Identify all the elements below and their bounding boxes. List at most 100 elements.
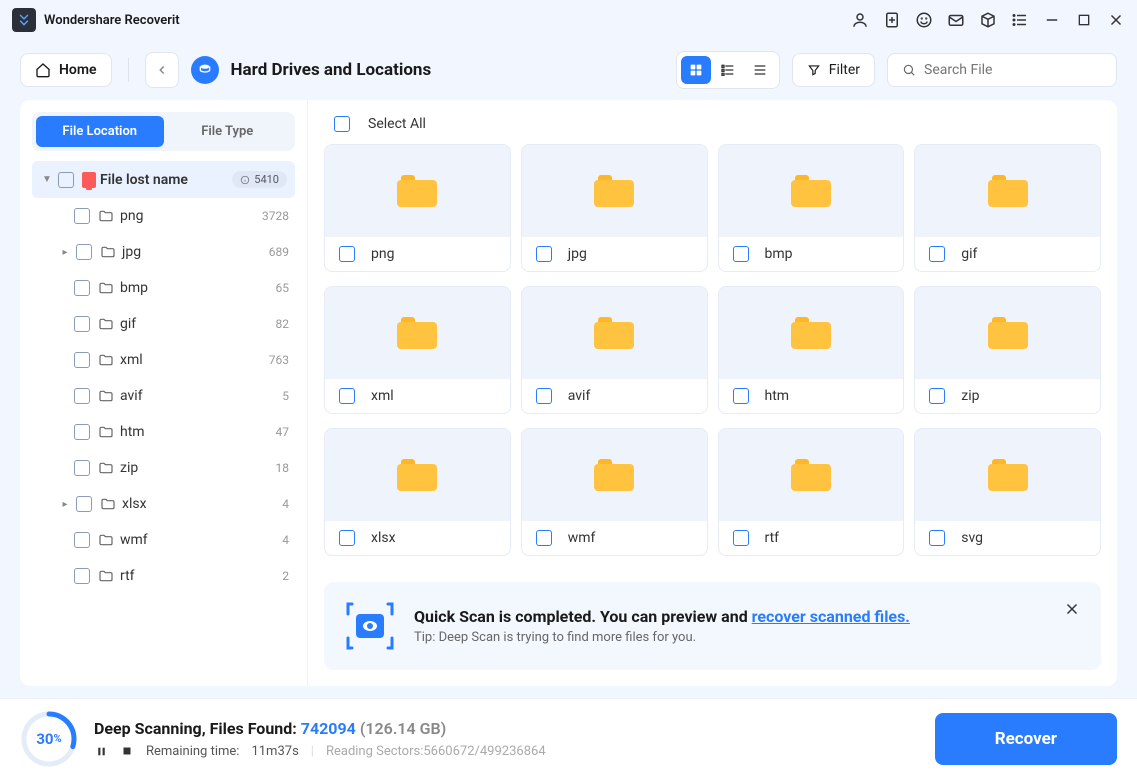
folder-card[interactable]: xml xyxy=(324,286,511,414)
tree-item[interactable]: gif82 xyxy=(32,306,295,342)
file-tree[interactable]: ▼ File lost name 5410 png3728▸jpg689bmp6… xyxy=(32,161,295,674)
folder-card-label: xml xyxy=(371,388,394,404)
checkbox[interactable] xyxy=(74,316,90,332)
tree-root-row[interactable]: ▼ File lost name 5410 xyxy=(32,161,295,198)
back-button[interactable] xyxy=(145,52,179,88)
tree-item-label: xlsx xyxy=(122,496,282,512)
checkbox[interactable] xyxy=(74,532,90,548)
tree-item[interactable]: htm47 xyxy=(32,414,295,450)
folder-icon xyxy=(988,175,1028,207)
tree-item[interactable]: ▸jpg689 xyxy=(32,234,295,270)
select-all-row[interactable]: Select All xyxy=(324,116,1101,132)
checkbox[interactable] xyxy=(58,172,74,188)
folder-card[interactable]: rtf xyxy=(718,428,905,556)
tree-item-count: 2 xyxy=(282,569,289,583)
checkbox[interactable] xyxy=(929,388,945,404)
lost-file-icon xyxy=(82,172,96,188)
checkbox[interactable] xyxy=(536,530,552,546)
folder-icon xyxy=(791,317,831,349)
folder-card[interactable]: avif xyxy=(521,286,708,414)
checkbox[interactable] xyxy=(74,460,90,476)
checkbox[interactable] xyxy=(733,246,749,262)
checkbox[interactable] xyxy=(74,568,90,584)
checkbox[interactable] xyxy=(536,246,552,262)
maximize-icon[interactable] xyxy=(1075,11,1093,29)
folder-card[interactable]: svg xyxy=(914,428,1101,556)
checkbox[interactable] xyxy=(536,388,552,404)
tree-item[interactable]: png3728 xyxy=(32,198,295,234)
tree-item-label: xml xyxy=(120,352,269,368)
caret-right-icon[interactable]: ▸ xyxy=(58,247,72,258)
folder-card[interactable]: png xyxy=(324,144,511,272)
folder-card[interactable]: wmf xyxy=(521,428,708,556)
folder-card[interactable]: zip xyxy=(914,286,1101,414)
checkbox[interactable] xyxy=(339,246,355,262)
folder-card[interactable]: bmp xyxy=(718,144,905,272)
tree-item[interactable]: xml763 xyxy=(32,342,295,378)
folder-icon xyxy=(594,317,634,349)
menu-list-icon[interactable] xyxy=(1011,11,1029,29)
package-icon[interactable] xyxy=(979,11,997,29)
stop-button[interactable] xyxy=(120,744,134,758)
minimize-icon[interactable] xyxy=(1043,11,1061,29)
checkbox[interactable] xyxy=(733,530,749,546)
banner-close-button[interactable] xyxy=(1063,600,1081,623)
tree-item[interactable]: ▸xlsx4 xyxy=(32,486,295,522)
folder-icon xyxy=(791,175,831,207)
folder-outline-icon xyxy=(98,208,114,224)
folder-card[interactable]: jpg xyxy=(521,144,708,272)
filter-button[interactable]: Filter xyxy=(792,53,875,87)
checkbox[interactable] xyxy=(74,280,90,296)
progress-ring: 30% xyxy=(20,710,78,768)
folder-card-label: wmf xyxy=(568,530,596,546)
caret-right-icon[interactable]: ▸ xyxy=(58,499,72,510)
tree-item[interactable]: wmf4 xyxy=(32,522,295,558)
checkbox[interactable] xyxy=(74,424,90,440)
folder-card[interactable]: htm xyxy=(718,286,905,414)
close-icon[interactable] xyxy=(1107,11,1125,29)
tree-item-label: bmp xyxy=(120,280,276,296)
tree-item[interactable]: zip18 xyxy=(32,450,295,486)
tab-file-type[interactable]: File Type xyxy=(164,116,292,147)
tree-item-count: 763 xyxy=(269,353,289,367)
checkbox[interactable] xyxy=(74,388,90,404)
view-list-button[interactable] xyxy=(713,56,743,84)
home-button[interactable]: Home xyxy=(20,53,112,87)
search-box[interactable] xyxy=(887,53,1117,87)
folder-outline-icon xyxy=(98,424,114,440)
checkbox[interactable] xyxy=(339,530,355,546)
tree-item-label: avif xyxy=(120,388,282,404)
pause-button[interactable] xyxy=(94,744,108,758)
checkbox[interactable] xyxy=(76,496,92,512)
support-icon[interactable] xyxy=(915,11,933,29)
mail-icon[interactable] xyxy=(947,11,965,29)
checkbox[interactable] xyxy=(339,388,355,404)
folder-outline-icon xyxy=(98,352,114,368)
checkbox[interactable] xyxy=(74,352,90,368)
checkbox[interactable] xyxy=(929,530,945,546)
account-icon[interactable] xyxy=(851,11,869,29)
tree-item[interactable]: avif5 xyxy=(32,378,295,414)
checkbox[interactable] xyxy=(76,244,92,260)
checkbox[interactable] xyxy=(74,208,90,224)
checkbox[interactable] xyxy=(733,388,749,404)
folder-card[interactable]: gif xyxy=(914,144,1101,272)
search-input[interactable] xyxy=(924,62,1102,78)
tree-item-label: htm xyxy=(120,424,276,440)
folder-card[interactable]: xlsx xyxy=(324,428,511,556)
banner-tip: Tip: Deep Scan is trying to find more fi… xyxy=(414,630,1045,645)
view-grid-button[interactable] xyxy=(681,56,711,84)
caret-down-icon[interactable]: ▼ xyxy=(40,174,54,185)
tree-item[interactable]: rtf2 xyxy=(32,558,295,594)
sidebar-tabs: File Location File Type xyxy=(32,112,295,151)
recover-files-link[interactable]: recover scanned files. xyxy=(752,607,910,626)
tree-item[interactable]: bmp65 xyxy=(32,270,295,306)
tab-file-location[interactable]: File Location xyxy=(36,116,164,147)
document-icon[interactable] xyxy=(883,11,901,29)
view-detail-button[interactable] xyxy=(745,56,775,84)
checkbox[interactable] xyxy=(929,246,945,262)
recover-button[interactable]: Recover xyxy=(935,713,1117,765)
tree-item-label: rtf xyxy=(120,568,282,584)
select-all-checkbox[interactable] xyxy=(334,116,350,132)
tree-item-label: png xyxy=(120,208,262,224)
